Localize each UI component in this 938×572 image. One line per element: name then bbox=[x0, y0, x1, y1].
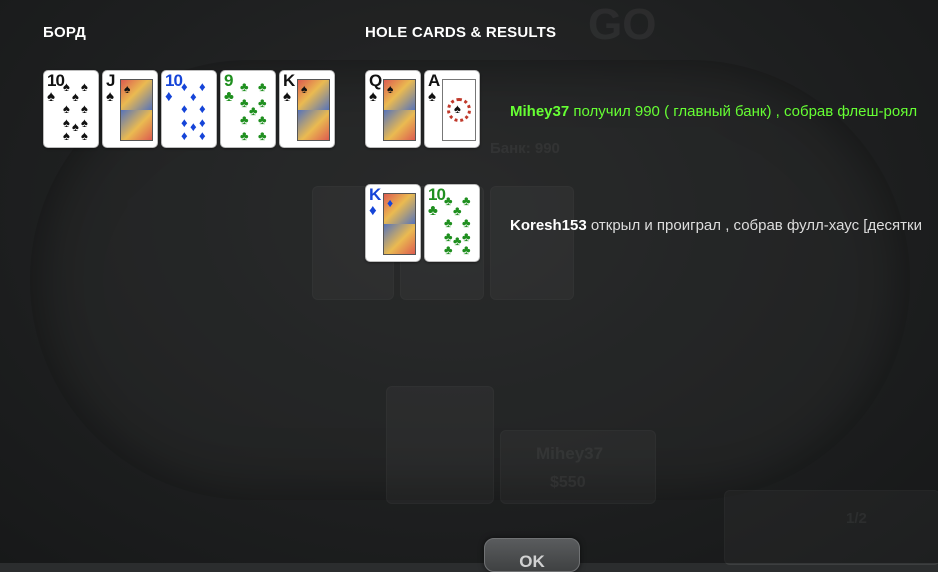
board-card: 10 ♦ ♦ ♦ ♦ ♦ ♦ ♦ ♦ ♦ ♦ ♦ bbox=[161, 70, 217, 148]
card-pips: ♠ ♠ ♠ ♠ ♠ ♠ ♠ ♠ ♠ ♠ bbox=[63, 79, 88, 143]
result-message: получил 990 ( главный банк) , собрав фле… bbox=[573, 103, 918, 120]
card-face-art: ♠ bbox=[297, 79, 330, 141]
card-pips: ♣ ♣ ♣ ♣ ♣ ♣ ♣ ♣ ♣ bbox=[240, 79, 267, 143]
board-card: K ♠ ♠ bbox=[279, 70, 335, 148]
card-pips: ♦ ♦ ♦ ♦ ♦ ♦ ♦ ♦ ♦ ♦ bbox=[181, 79, 206, 143]
board-card: J ♠ ♠ bbox=[102, 70, 158, 148]
card-face-art: ♠ bbox=[383, 79, 416, 141]
hole-cards-heading: HOLE CARDS & RESULTS bbox=[365, 24, 557, 41]
card-pips: ♣ ♣ ♣ ♣ ♣ ♣ ♣ ♣ ♣ ♣ bbox=[444, 193, 471, 257]
player-name: Mihey37 bbox=[510, 103, 570, 120]
result-message: открыл и проиграл , собрав фулл-хаус [де… bbox=[590, 217, 922, 234]
result-line-loser: Koresh153 открыл и проиграл , собрав фул… bbox=[510, 217, 922, 234]
board-card: 10 ♠ ♠ ♠ ♠ ♠ ♠ ♠ ♠ ♠ ♠ ♠ bbox=[43, 70, 99, 148]
hole-card: Q ♠ ♠ bbox=[365, 70, 421, 148]
player-name: Koresh153 bbox=[510, 217, 587, 234]
card-face-art: ♦ bbox=[383, 193, 416, 255]
card-face-art: ♠ bbox=[120, 79, 153, 141]
hole-card: K ♦ ♦ bbox=[365, 184, 421, 262]
board-heading: БОРД bbox=[43, 24, 86, 41]
ace-ornament: ♠ bbox=[442, 79, 476, 141]
board-card: 9 ♣ ♣ ♣ ♣ ♣ ♣ ♣ ♣ ♣ ♣ bbox=[220, 70, 276, 148]
hole-card: 10 ♣ ♣ ♣ ♣ ♣ ♣ ♣ ♣ ♣ ♣ ♣ bbox=[424, 184, 480, 262]
result-line-winner: Mihey37 получил 990 ( главный банк) , со… bbox=[510, 103, 917, 120]
hole-card: A ♠ ♠ bbox=[424, 70, 480, 148]
ok-button[interactable]: OK bbox=[484, 538, 580, 572]
